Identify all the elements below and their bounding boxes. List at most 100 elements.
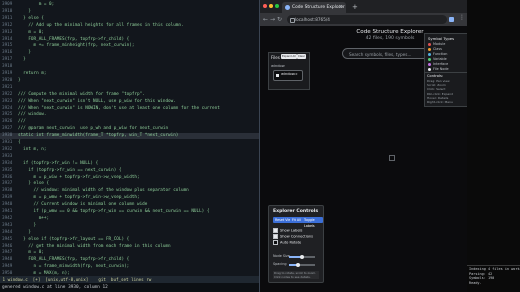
file-node[interactable]: window.c [273,70,303,81]
code-line[interactable]: 3921 [0,85,259,91]
node-checkbox[interactable] [276,73,279,77]
node-size-slider-knob[interactable] [300,254,304,259]
code-editor[interactable]: 3909 m = 0; 3910 } 3911 } else {3912 // Ad… [0,0,259,292]
tab-code-structure-explorer[interactable]: Code Structure Explorer × [282,2,346,13]
code-line[interactable]: 3909 m = 0; [0,2,259,8]
code-line[interactable]: 3914 FOR_ALL_FRAMES(frp, topfrp->fr_chil… [0,37,259,43]
code-line[interactable]: 3941 if (p_wmw == 0 && topfrp->fr_win ==… [0,209,259,215]
close-window-dot[interactable] [263,4,267,8]
code-line[interactable]: 3910 } [0,9,259,15]
code-line[interactable]: 3940 // Current window is minimal one co… [0,202,259,208]
line-number: 3936 [2,174,13,180]
code-line[interactable]: 3945 } else if (topfrp->fr_layout == FR_… [0,237,259,243]
line-number: 3911 [2,15,13,21]
code-line[interactable]: 3947 m = 0; [0,250,259,256]
code-line[interactable]: 3936 m = p_wiw + topfrp->fr_win->w_vsep_… [0,175,259,181]
code-text: m = 0; [18,29,44,35]
node-size-slider[interactable] [289,254,315,259]
clear-button[interactable]: Clear [297,54,306,59]
line-number: 3944 [2,229,13,235]
address-bar[interactable]: localhost:8765/4 [287,15,447,24]
code-line[interactable]: 3949 n = frame_minwidth(frp, next_curwin… [0,264,259,270]
line-number: 3916 [2,50,13,56]
code-line[interactable]: 3944 } [0,230,259,236]
editor-status-line: 1 window.c [+] [unix,utf-8,unix] git buf… [0,276,259,283]
checkbox-empty-icon[interactable] [273,240,278,245]
explorer-controls-panel: Explorer Controls Reset View Fit All Tog… [268,205,324,283]
code-line[interactable]: 3934 if (topfrp->fr_win != NULL) { [0,161,259,167]
line-number: 3912 [2,22,13,28]
code-text: } else { [18,181,50,187]
spacing-slider-knob[interactable] [296,262,301,267]
code-line[interactable]: 3924 /// When "next_curwin" is NOWIN, don… [0,106,259,112]
code-text: return m; [18,71,47,76]
code-line[interactable]: 3919 return m; [0,71,259,77]
explorer-checkbox-row[interactable]: Auto Rotate [273,240,301,245]
browser-menu-icon[interactable]: ⋮ [459,14,465,21]
explorer-checkbox-row[interactable]: Show Labels [273,228,302,233]
legend-label: Function [433,52,448,56]
line-number: 3913 [2,29,13,35]
code-line[interactable]: 3946 // get the minimal width from each … [0,244,259,250]
code-line[interactable]: 3911 } else { [0,16,259,22]
code-line[interactable]: 3931 { [0,140,259,146]
close-tab-icon[interactable]: × [339,2,343,13]
code-line[interactable]: 3935 if (topfrp->fr_win == next_curwin) … [0,168,259,174]
code-text: int m, n; [18,146,47,152]
site-info-icon[interactable] [290,18,295,23]
code-text: { [18,140,21,145]
code-line[interactable]: 3933 [0,154,259,160]
terminal-pane[interactable]: Indexing 4 files in workspaceParsing: 42… [467,0,520,292]
legend-item: Interface [428,62,448,66]
code-line[interactable]: 3930 static int frame_minwidth(frame_T *t… [0,133,259,139]
checkbox-checked-icon[interactable] [273,228,278,233]
legend-label: Interface [433,62,449,66]
code-line[interactable]: 3923 /// When "next_curwin" isn't NULL, u… [0,99,259,105]
toggle-labels-button[interactable]: Toggle Labels [302,217,323,228]
code-text: // Current window is minimal one column … [18,202,148,208]
line-number: 3942 [2,215,13,221]
code-line[interactable]: 3943 } [0,223,259,229]
terminal-line: Parsing: 42 [469,271,493,276]
spacing-slider[interactable] [289,262,315,267]
legend-label: Class [433,47,442,51]
minimize-window-dot[interactable] [269,4,273,8]
expand-all-button[interactable]: Expand All [281,54,297,59]
graph-center-node[interactable] [389,155,395,161]
line-number: 3930 [2,133,13,139]
code-line[interactable]: 3932 int m, n; [0,147,259,153]
files-tree-item[interactable]: window [271,64,285,68]
extension-icon[interactable] [449,17,454,22]
code-line[interactable]: 3939 m = p_wmw + topfrp->fr_win->w_vsep_… [0,195,259,201]
line-number: 3914 [2,36,13,42]
editor-command-line[interactable]: genered window.c at line 3930, column 12 [0,283,261,292]
code-line[interactable]: 3915 m += frame_minheight(frp, next_curw… [0,43,259,49]
reload-icon[interactable]: ↻ [277,15,282,24]
line-number: 3947 [2,250,13,256]
code-text: m = 0; [18,250,44,256]
code-line[interactable]: 3942 m++; [0,216,259,222]
code-line[interactable]: 3937 } else { [0,181,259,187]
code-line[interactable]: 3938 // window: minimal width of the win… [0,188,259,194]
forward-icon[interactable]: → [270,15,275,24]
code-line[interactable]: 3913 m = 0; [0,30,259,36]
code-line[interactable]: 3918 [0,64,259,70]
code-line[interactable]: 3922 /// Compute the minimal width for fr… [0,92,259,98]
code-line[interactable]: 3927 /// @param next_curwin use p_wh and … [0,126,259,132]
code-line[interactable]: 3920} [0,78,259,84]
code-line[interactable]: 3925 /// window. [0,112,259,118]
code-line[interactable]: 3917 } [0,57,259,63]
explorer-checkbox-row[interactable]: Show Connections [273,234,313,239]
legend-swatch-icon [428,57,431,61]
code-line[interactable]: 3912 // Add up the minimal heights for a… [0,23,259,29]
code-text: } [18,222,37,228]
code-text: n = frame_minwidth(frp, next_curwin); [18,264,130,270]
code-line[interactable]: 3926 /// [0,119,259,125]
code-line[interactable]: 3948 FOR_ALL_FRAMES(frp, topfrp->fr_chil… [0,257,259,263]
checkbox-checked-icon[interactable] [273,234,278,239]
code-line[interactable]: 3916 } [0,50,259,56]
new-tab-icon[interactable]: + [352,2,358,12]
maximize-window-dot[interactable] [275,4,279,8]
back-icon[interactable]: ← [263,15,268,24]
line-number: 3938 [2,188,13,194]
